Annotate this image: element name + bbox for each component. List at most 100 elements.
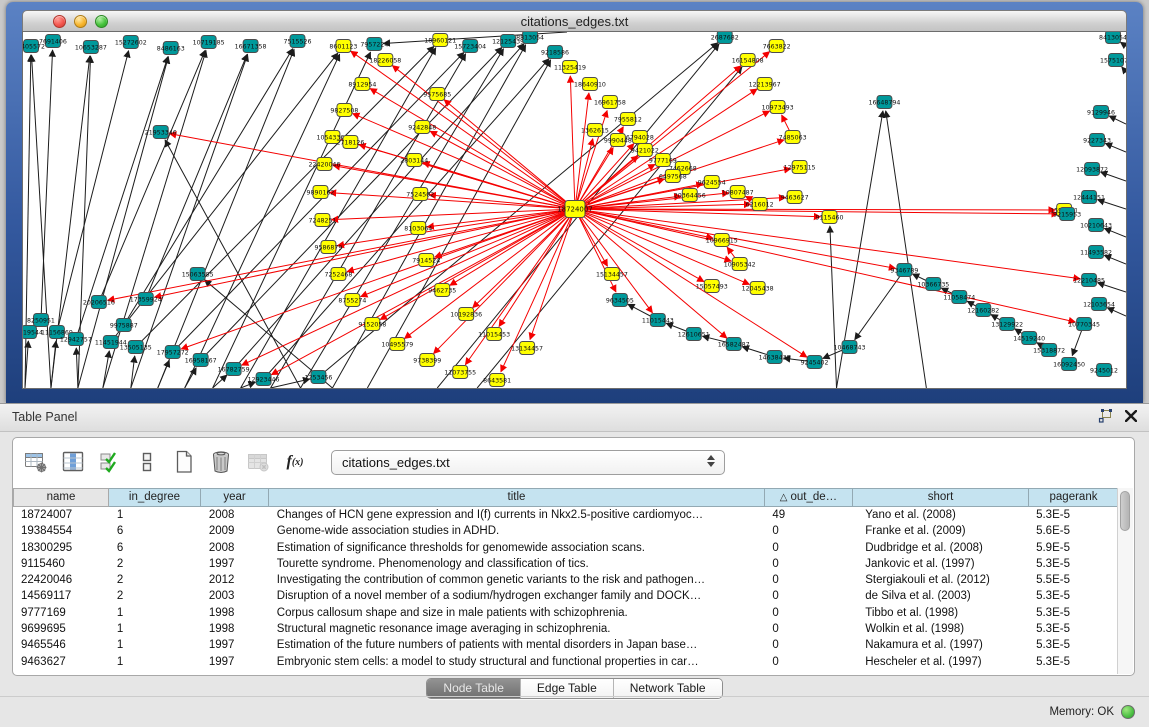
table-row[interactable]: 1830029562008Estimation of significance … — [13, 540, 1118, 556]
cell-out_de[interactable]: 0 — [764, 572, 852, 588]
graph-node[interactable]: 18640910 — [574, 78, 606, 91]
graph-node[interactable]: 16958167 — [185, 354, 217, 367]
graph-node[interactable]: 9115460 — [816, 211, 844, 224]
graph-node[interactable]: 12210485 — [1073, 274, 1105, 287]
graph-node[interactable]: 16092450 — [1053, 358, 1085, 371]
graph-node[interactable]: 16582487 — [718, 338, 750, 351]
table-row[interactable]: 1938455462009Genome-wide association stu… — [13, 523, 1118, 539]
graph-node[interactable]: 17359924 — [130, 293, 162, 306]
table-row[interactable]: 911546021997Tourette syndrome. Phenomeno… — [13, 556, 1118, 572]
cell-out_de[interactable]: 0 — [764, 654, 852, 670]
graph-node[interactable]: 8250951 — [27, 314, 55, 327]
graph-node[interactable]: 21953346 — [145, 126, 177, 139]
graph-node[interactable]: 7485063 — [779, 131, 807, 144]
cell-pagerank[interactable]: 5.3E-5 — [1028, 621, 1118, 637]
new-document-icon[interactable] — [171, 449, 197, 475]
graph-node[interactable]: 9245012 — [1090, 364, 1118, 377]
cell-pagerank[interactable]: 5.3E-5 — [1028, 556, 1118, 572]
column-header-short[interactable]: short — [853, 488, 1029, 507]
graph-node[interactable]: 7252468 — [324, 268, 352, 281]
table-settings-icon[interactable] — [23, 449, 49, 475]
cell-short[interactable]: Nakamura et al. (1997) — [852, 637, 1028, 653]
graph-node[interactable]: 20364456 — [674, 189, 706, 202]
cell-in_degree[interactable]: 2 — [109, 556, 201, 572]
cell-short[interactable]: Franke et al. (2009) — [852, 523, 1028, 539]
select-all-columns-icon[interactable] — [97, 449, 123, 475]
graph-node[interactable]: 10973493 — [762, 101, 794, 114]
function-builder-icon[interactable]: f(x) — [282, 449, 308, 475]
graph-node[interactable]: 7248251 — [308, 214, 336, 227]
column-header-in_degree[interactable]: in_degree — [109, 488, 201, 507]
cell-out_de[interactable]: 0 — [764, 540, 852, 556]
cell-name[interactable]: 9777169 — [13, 605, 109, 621]
cell-title[interactable]: Genome-wide association studies in ADHD. — [269, 523, 765, 539]
graph-node[interactable]: 9242848 — [408, 121, 436, 134]
table-row[interactable]: 2242004622012Investigating the contribut… — [13, 572, 1118, 588]
graph-node[interactable]: 15751074 — [1100, 54, 1126, 67]
column-header-title[interactable]: title — [269, 488, 765, 507]
cell-out_de[interactable]: 0 — [764, 621, 852, 637]
cell-short[interactable]: Tibbo et al. (1998) — [852, 605, 1028, 621]
scrollbar-thumb[interactable] — [1120, 491, 1130, 531]
graph-node[interactable]: 8601123 — [329, 40, 357, 53]
graph-node[interactable]: 12444151 — [1073, 191, 1105, 204]
graph-node[interactable]: 15318872 — [1033, 344, 1065, 357]
graph-node[interactable]: 8755274 — [338, 294, 366, 307]
column-header-out_de[interactable]: △out_de… — [765, 488, 853, 507]
graph-node[interactable]: 8912954 — [348, 78, 376, 91]
cell-name[interactable]: 9699695 — [13, 621, 109, 637]
cell-out_de[interactable]: 0 — [764, 588, 852, 604]
cell-in_degree[interactable]: 2 — [109, 572, 201, 588]
graph-node[interactable]: 14638438 — [759, 351, 791, 364]
cell-in_degree[interactable]: 1 — [109, 621, 201, 637]
graph-node[interactable]: 12160282 — [967, 304, 999, 317]
cell-year[interactable]: 1998 — [201, 605, 269, 621]
cell-in_degree[interactable]: 1 — [109, 605, 201, 621]
table-row[interactable]: 946362711997Embryonic stem cells: a mode… — [13, 654, 1118, 670]
graph-node[interactable]: 10366735 — [917, 278, 949, 291]
cell-title[interactable]: Corpus callosum shape and size in male p… — [269, 605, 765, 621]
cell-name[interactable]: 18724007 — [13, 507, 109, 523]
cell-short[interactable]: Hescheler et al. (1997) — [852, 654, 1028, 670]
graph-node[interactable]: 7515526 — [284, 35, 312, 48]
cell-pagerank[interactable]: 5.6E-5 — [1028, 523, 1118, 539]
cell-out_de[interactable]: 0 — [764, 605, 852, 621]
cell-year[interactable]: 1997 — [201, 556, 269, 572]
cell-name[interactable]: 9463627 — [13, 654, 109, 670]
graph-node[interactable]: 10653287 — [75, 41, 107, 54]
graph-node[interactable]: 10807487 — [722, 186, 754, 199]
graph-node[interactable]: 11073755 — [444, 366, 476, 379]
graph-node[interactable]: 9634505 — [606, 294, 634, 307]
network-canvas[interactable]: 9405572769140610653287152726028486163107… — [22, 31, 1127, 389]
graph-node[interactable]: 18960121 — [424, 34, 456, 47]
column-header-name[interactable]: name — [13, 488, 109, 507]
graph-node[interactable]: 20206516 — [83, 296, 115, 309]
cell-pagerank[interactable]: 5.3E-5 — [1028, 637, 1118, 653]
graph-node[interactable]: 2687682 — [711, 32, 739, 44]
cell-name[interactable]: 22420046 — [13, 572, 109, 588]
graph-node[interactable]: 16961758 — [594, 96, 626, 109]
cell-name[interactable]: 18300295 — [13, 540, 109, 556]
graph-node[interactable]: 14519240 — [1013, 332, 1045, 345]
cell-year[interactable]: 2003 — [201, 588, 269, 604]
cell-title[interactable]: Estimation of the future numbers of pati… — [269, 637, 765, 653]
graph-node[interactable]: 12975115 — [784, 161, 816, 174]
cell-in_degree[interactable]: 1 — [109, 654, 201, 670]
graph-node[interactable]: 9738399 — [413, 354, 441, 367]
column-header-year[interactable]: year — [201, 488, 269, 507]
cell-short[interactable]: Wolkin et al. (1998) — [852, 621, 1028, 637]
graph-node[interactable]: 15063585 — [182, 268, 214, 281]
graph-node[interactable]: 16154808 — [732, 54, 764, 67]
cell-in_degree[interactable]: 2 — [109, 588, 201, 604]
table-row[interactable]: 1456911722003Disruption of a novel membe… — [13, 588, 1118, 604]
cell-pagerank[interactable]: 5.3E-5 — [1028, 507, 1118, 523]
cell-name[interactable]: 19384554 — [13, 523, 109, 539]
cell-in_degree[interactable]: 6 — [109, 523, 201, 539]
cell-pagerank[interactable]: 5.3E-5 — [1028, 588, 1118, 604]
cell-short[interactable]: Dudbridge et al. (2008) — [852, 540, 1028, 556]
vertical-scrollbar[interactable] — [1117, 488, 1133, 674]
cell-pagerank[interactable]: 5.9E-5 — [1028, 540, 1118, 556]
graph-node[interactable]: 10495579 — [381, 338, 413, 351]
graph-node[interactable]: 11325419 — [554, 61, 586, 74]
window-titlebar[interactable]: citations_edges.txt — [22, 10, 1127, 32]
